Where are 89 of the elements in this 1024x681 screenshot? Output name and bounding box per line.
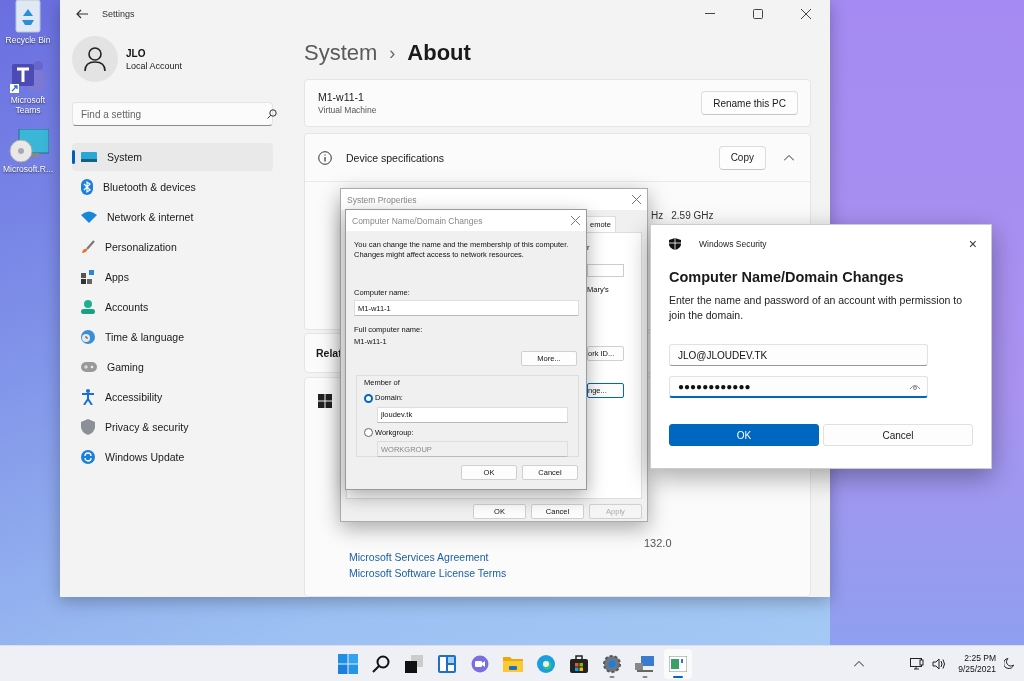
remote-desktop-icon	[7, 129, 49, 164]
info-icon	[318, 150, 332, 165]
section-title: Device specifications	[346, 151, 445, 164]
cancel-button[interactable]: Cancel	[823, 424, 973, 446]
nav-item[interactable]: Accessibility	[72, 383, 273, 411]
ok-button[interactable]: OK	[669, 424, 819, 446]
clock-date[interactable]: 9/25/2021	[958, 663, 996, 675]
close-icon[interactable]	[571, 216, 580, 225]
recycle-bin-icon	[12, 0, 44, 34]
desktop-icon-label[interactable]: Microsoft Teams	[0, 95, 56, 116]
browser-icon	[537, 654, 555, 673]
nav-item[interactable]: Privacy & security	[72, 413, 273, 441]
nav-item[interactable]: Bluetooth & devices	[72, 173, 273, 201]
update-icon	[81, 450, 95, 464]
folder-icon	[503, 655, 523, 672]
windows-logo-icon	[338, 653, 358, 674]
nav-item[interactable]: Accounts	[72, 293, 273, 321]
nav-item[interactable]: Gaming	[72, 353, 273, 381]
account-type: Local Account	[126, 60, 183, 71]
caret-up-icon[interactable]	[854, 660, 865, 667]
app-name: Windows Security	[699, 239, 767, 249]
text-field[interactable]	[587, 264, 624, 277]
nav-item[interactable]: System	[72, 143, 273, 171]
breadcrumb-separator: ›	[389, 42, 396, 64]
shield-icon	[669, 238, 681, 250]
breadcrumb-link[interactable]: System	[304, 40, 378, 66]
monitor-icon	[81, 151, 97, 163]
person-icon	[84, 47, 106, 71]
nav-item[interactable]: Network & internet	[72, 203, 273, 231]
chat-icon	[471, 654, 489, 673]
agreement-link[interactable]: Microsoft Software License Terms	[349, 565, 507, 581]
nav-item[interactable]: Apps	[72, 263, 273, 291]
accessibility-icon	[81, 389, 95, 405]
back-arrow-icon	[76, 9, 88, 19]
search-field[interactable]: Find a setting	[72, 102, 273, 126]
chevron-icon	[784, 154, 794, 161]
dialog-title: System Properties	[347, 194, 417, 205]
globe-clock-icon	[81, 330, 95, 344]
bluetooth-icon	[81, 179, 93, 195]
agreement-link[interactable]: Microsoft Services Agreement	[349, 549, 489, 565]
close-icon	[801, 9, 811, 19]
task-view-icon	[405, 654, 423, 673]
window-app-icon	[669, 655, 687, 672]
wifi-icon	[81, 211, 97, 223]
dialog-message: Enter the name and password of an account with permission to join the domain.	[669, 293, 963, 323]
search-icon	[267, 109, 277, 119]
pc-model: Virtual Machine	[318, 105, 377, 115]
computer-icon	[635, 654, 655, 673]
teams-icon	[8, 59, 48, 94]
person-icon	[81, 300, 95, 314]
username-field[interactable]: JLO@JLOUDEV.TK	[669, 344, 928, 366]
dialog-title: Computer Name/Domain Changes	[352, 215, 483, 226]
window-title: Settings	[102, 9, 135, 19]
nav-item[interactable]: Personalization	[72, 233, 273, 261]
moon-icon[interactable]	[1004, 658, 1014, 669]
version-value: 132.0	[644, 537, 673, 549]
store-icon	[570, 654, 588, 673]
radio-button[interactable]	[364, 428, 373, 437]
clock-time[interactable]: 2:25 PM	[964, 652, 996, 664]
user-name: JLO	[126, 47, 147, 59]
apps-icon	[81, 270, 95, 284]
spec-value: 2.59 GHz	[671, 210, 714, 221]
pc-name: M1-w11-1	[318, 91, 365, 103]
shield-icon	[81, 419, 95, 435]
rename-button[interactable]: Rename this PC	[701, 91, 798, 115]
spec-value: Hz	[651, 210, 664, 221]
volume-icon[interactable]	[932, 657, 947, 670]
minimize-icon	[705, 13, 715, 15]
eye-icon[interactable]	[910, 384, 920, 390]
page-title: About	[407, 40, 471, 66]
close-button[interactable]: ×	[964, 234, 981, 254]
password-field[interactable]: ●●●●●●●●●●●●	[669, 376, 928, 398]
gamepad-icon	[81, 362, 97, 372]
avatar[interactable]	[72, 36, 118, 82]
close-icon[interactable]	[632, 195, 641, 204]
nav-item[interactable]: Windows Update	[72, 443, 273, 471]
network-icon[interactable]	[910, 657, 925, 670]
radio-button[interactable]	[364, 393, 373, 403]
copy-button[interactable]: Copy	[718, 145, 766, 170]
nav-item[interactable]: Time & language	[72, 323, 273, 351]
maximize-icon	[753, 9, 763, 19]
desktop-icon-label[interactable]: Recycle Bin	[0, 36, 56, 46]
desktop-icon-label[interactable]: Microsoft.R...	[0, 165, 56, 176]
brush-icon	[81, 240, 95, 254]
gear-icon	[603, 654, 621, 673]
dialog-heading: Computer Name/Domain Changes	[669, 269, 905, 285]
windows-logo-icon	[318, 394, 332, 408]
search-icon	[372, 654, 390, 673]
widgets-icon	[438, 654, 456, 673]
